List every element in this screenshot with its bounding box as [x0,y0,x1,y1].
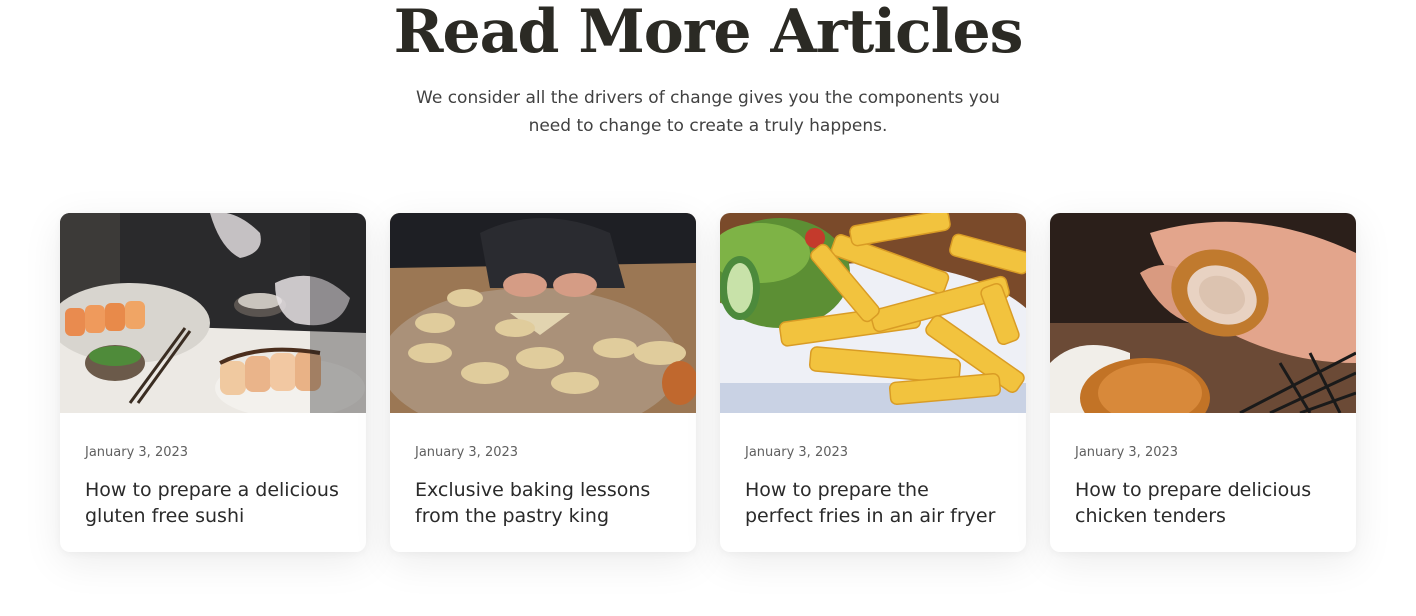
article-cards: January 3, 2023 How to prepare a delicio… [60,213,1356,552]
article-card[interactable]: January 3, 2023 Exclusive baking lessons… [390,213,696,552]
article-date: January 3, 2023 [1075,445,1179,460]
article-image-fries[interactable] [720,213,1026,413]
section-title: Read More Articles [393,0,1024,67]
article-image-croissant-dough[interactable] [390,213,696,413]
article-date: January 3, 2023 [415,445,519,460]
article-card[interactable]: January 3, 2023 How to prepare the perfe… [720,213,1026,552]
article-image-sushi[interactable] [60,213,366,413]
article-title[interactable]: Exclusive baking lessons from the pastry… [415,477,671,529]
article-card[interactable]: January 3, 2023 How to prepare delicious… [1050,213,1356,552]
article-image-chicken-tenders[interactable] [1050,213,1356,413]
article-date: January 3, 2023 [745,445,849,460]
article-date: January 3, 2023 [85,445,189,460]
article-title[interactable]: How to prepare the perfect fries in an a… [745,477,1001,529]
article-card[interactable]: January 3, 2023 How to prepare a delicio… [60,213,366,552]
article-title[interactable]: How to prepare delicious chicken tenders [1075,477,1331,529]
section-subtitle: We consider all the drivers of change gi… [416,88,1000,136]
article-title[interactable]: How to prepare a delicious gluten free s… [85,477,341,529]
